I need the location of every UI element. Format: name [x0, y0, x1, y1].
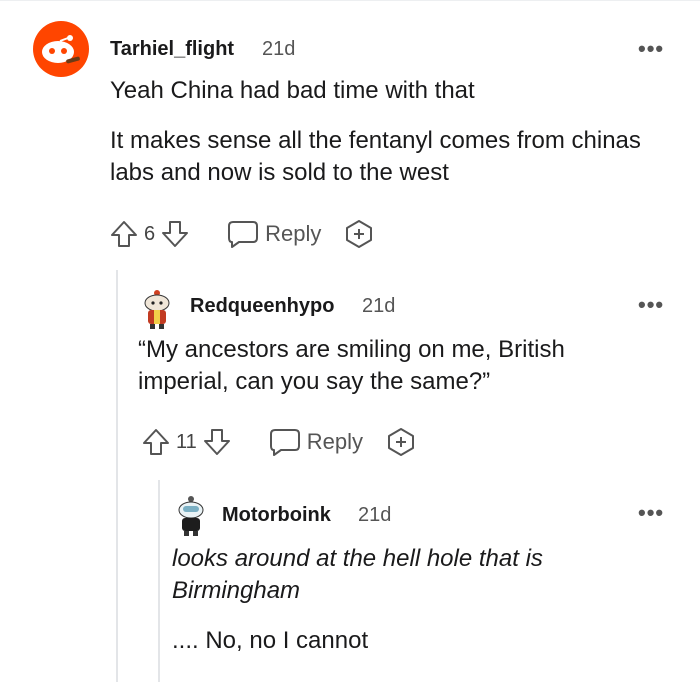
snoo-avatar-icon — [144, 290, 170, 329]
comment-3: Motorboink 21d ••• looks around at the h… — [0, 480, 700, 682]
more-options-button[interactable]: ••• — [638, 294, 664, 316]
upvote-arrow-icon[interactable] — [108, 218, 140, 250]
comment-body: looks around at the hell hole that is Bi… — [172, 543, 672, 657]
comment-age[interactable]: 21d — [262, 38, 295, 61]
comment-body: Yeah China had bad time with that It mak… — [110, 75, 670, 189]
reply-button[interactable]: Reply — [269, 427, 363, 457]
award-button[interactable] — [385, 426, 417, 458]
comment-text: .... No, no I cannot — [172, 627, 369, 654]
comment-author[interactable]: Redqueenhypo — [190, 295, 334, 318]
award-plus-icon — [346, 220, 373, 248]
comment-age[interactable]: 21d — [358, 504, 391, 527]
speech-bubble-icon — [227, 219, 259, 249]
comment-actions: 11 Reply — [140, 426, 417, 458]
comment-1: Tarhiel_flight 21d ••• Yeah China had ba… — [0, 0, 700, 260]
downvote-arrow-icon[interactable] — [201, 426, 233, 458]
award-plus-icon — [388, 428, 415, 456]
comment-text: Yeah China had bad time with that — [110, 77, 475, 104]
comment-author[interactable]: Motorboink — [222, 504, 331, 527]
comment-text: “My ancestors are smiling on me, British… — [138, 336, 565, 395]
upvote-arrow-icon[interactable] — [140, 426, 172, 458]
comment-text: It makes sense all the fentanyl comes fr… — [110, 127, 641, 186]
user-avatar[interactable] — [30, 20, 92, 78]
comment-author[interactable]: Tarhiel_flight — [110, 38, 234, 61]
award-button[interactable] — [343, 218, 375, 250]
reply-label: Reply — [306, 429, 364, 454]
comment-body: “My ancestors are smiling on me, British… — [138, 334, 658, 398]
more-options-button[interactable]: ••• — [638, 502, 664, 524]
downvote-arrow-icon[interactable] — [159, 218, 191, 250]
user-avatar[interactable] — [140, 288, 174, 330]
reply-label: Reply — [265, 221, 322, 246]
vote-count: 11 — [176, 430, 197, 453]
speech-bubble-icon — [269, 427, 301, 457]
comment-age[interactable]: 21d — [362, 295, 395, 318]
vote-count: 6 — [144, 222, 156, 245]
more-options-button[interactable]: ••• — [638, 38, 664, 60]
comment-2: Redqueenhypo 21d ••• “My ancestors are s… — [0, 270, 700, 480]
snoo-avatar-icon — [33, 21, 89, 77]
user-avatar[interactable] — [174, 494, 208, 538]
comment-actions: 6 Reply — [108, 218, 375, 250]
comment-text: looks around at the hell hole that is Bi… — [172, 545, 543, 604]
reply-button[interactable]: Reply — [227, 219, 321, 249]
snoo-avatar-icon — [178, 496, 204, 536]
